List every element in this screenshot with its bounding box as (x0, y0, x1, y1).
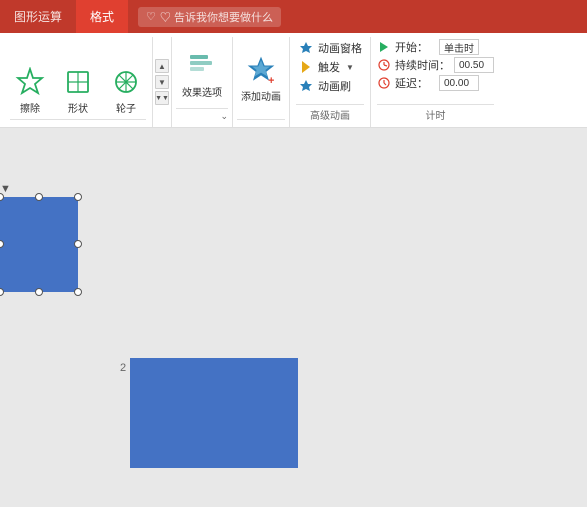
effect-section-footer: ⌄ (176, 108, 228, 125)
tab-format[interactable]: 格式 (76, 0, 128, 33)
svg-text:+: + (268, 75, 274, 87)
animation-items: 擦除 形状 (10, 39, 146, 117)
add-animation-btn[interactable]: + 添加动画 (237, 39, 285, 117)
canvas-area[interactable]: ▼ 2 (0, 128, 587, 507)
shape-icon (62, 66, 94, 98)
animation-panel-icon (298, 40, 314, 56)
add-anim-footer (237, 119, 285, 125)
expand-icon: ⌄ (220, 111, 228, 122)
handle-bl[interactable] (0, 288, 4, 296)
wheel-label: 轮子 (116, 100, 136, 115)
search-icon: ♡ (146, 10, 156, 23)
scroll-down-btn[interactable]: ▼ (155, 75, 169, 89)
animation-painter-btn[interactable]: 动画刷 (296, 77, 364, 95)
slide2-rect[interactable] (130, 358, 298, 468)
animation-shape[interactable]: 形状 (58, 64, 98, 117)
scroll-up-btn[interactable]: ▲ (155, 59, 169, 73)
title-bar: 图形运算 格式 ♡ ♡ 告诉我你想要做什么 (0, 0, 587, 33)
start-value[interactable]: 单击时 (439, 39, 479, 55)
timing-duration-row: 持续时间： 00.50 (377, 57, 494, 73)
add-animation-section: + 添加动画 (233, 37, 290, 127)
animation-erase[interactable]: 擦除 (10, 64, 50, 117)
animation-panel-btn[interactable]: 动画窗格 (296, 39, 364, 57)
slide1-wrapper: ▼ (0, 183, 78, 292)
advanced-items: 动画窗格 触发 ▼ (296, 39, 364, 102)
erase-icon (14, 66, 46, 98)
animation-section-footer (10, 119, 146, 125)
duration-label: 持续时间： (395, 57, 450, 73)
duration-value[interactable]: 00.50 (454, 57, 494, 73)
trigger-btn[interactable]: 触发 ▼ (296, 58, 364, 76)
timing-section-label: 计时 (377, 104, 494, 125)
play-icon (377, 40, 391, 54)
advanced-animation-section: 动画窗格 触发 ▼ (290, 37, 371, 127)
handle-tr[interactable] (74, 193, 82, 201)
animation-wheel[interactable]: 轮子 (106, 64, 146, 117)
tab-graphic-ops[interactable]: 图形运算 (0, 0, 76, 33)
effect-options-section: 效果选项 ⌄ (172, 37, 233, 127)
wheel-icon (110, 66, 142, 98)
slide1-rect[interactable] (0, 197, 78, 292)
animation-presets-section: 擦除 形状 (4, 37, 153, 127)
slide1-rect-container[interactable] (0, 197, 78, 292)
animation-panel-label: 动画窗格 (318, 40, 362, 56)
delay-label: 延迟： (395, 75, 435, 91)
animation-painter-label: 动画刷 (318, 78, 351, 94)
handle-mr[interactable] (74, 240, 82, 248)
trigger-icon (298, 59, 314, 75)
handle-tm[interactable] (35, 193, 43, 201)
advanced-section-label: 高级动画 (296, 104, 364, 125)
ribbon-content: 擦除 形状 (0, 33, 587, 127)
delay-icon (377, 76, 391, 90)
handle-br[interactable] (74, 288, 82, 296)
timing-section: 开始： 单击时 持续时间： 00.50 (371, 37, 500, 127)
slide2-container: 2 (120, 358, 298, 468)
search-input[interactable]: ♡ ♡ 告诉我你想要做什么 (138, 7, 281, 27)
handle-bm[interactable] (35, 288, 43, 296)
slide2-number: 2 (120, 362, 126, 374)
search-bar-container: ♡ ♡ 告诉我你想要做什么 (138, 7, 587, 27)
effect-options-label: 效果选项 (182, 84, 222, 99)
scroll-arrows[interactable]: ▲ ▼ ▼▼ (153, 37, 172, 127)
erase-label: 擦除 (20, 100, 40, 115)
timing-start-row: 开始： 单击时 (377, 39, 494, 55)
animation-painter-icon (298, 78, 314, 94)
add-animation-label: 添加动画 (241, 88, 281, 103)
shape-label: 形状 (68, 100, 88, 115)
add-animation-icon: + (245, 54, 277, 86)
start-label: 开始： (395, 39, 435, 55)
scroll-more-btn[interactable]: ▼▼ (155, 91, 169, 105)
clock-icon (377, 58, 391, 72)
delay-value[interactable]: 00.00 (439, 75, 479, 91)
effect-options-icon (186, 47, 218, 82)
ribbon: 擦除 形状 (0, 33, 587, 128)
effect-options-btn[interactable]: 效果选项 (176, 39, 228, 106)
trigger-dropdown-icon: ▼ (346, 63, 354, 72)
trigger-label: 触发 (318, 59, 340, 75)
timing-delay-row: 延迟： 00.00 (377, 75, 494, 91)
timing-rows: 开始： 单击时 持续时间： 00.50 (377, 39, 494, 102)
